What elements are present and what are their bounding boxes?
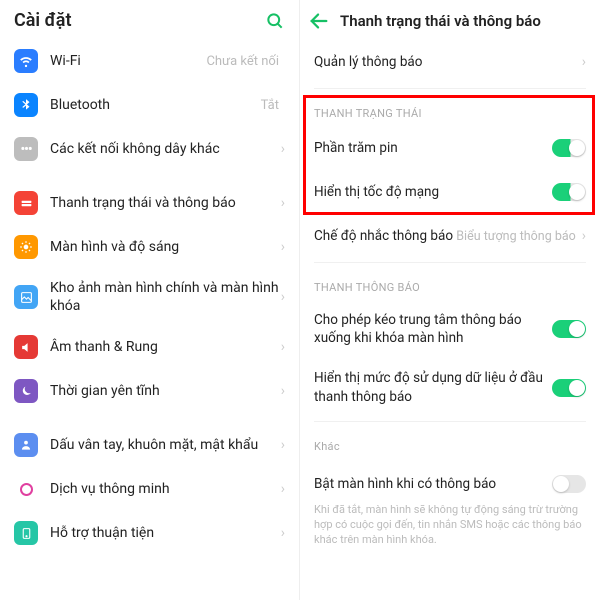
quiet-label: Thời gian yên tĩnh — [50, 382, 281, 400]
battery-toggle[interactable] — [552, 139, 586, 157]
wallpaper-row[interactable]: Kho ảnh màn hình chính và màn hình khóa … — [0, 269, 299, 325]
detail-title: Thanh trạng thái và thông báo — [340, 12, 541, 30]
netspeed-toggle[interactable] — [552, 183, 586, 201]
wireless-icon: ••• — [14, 137, 38, 161]
chevron-right-icon: › — [281, 437, 285, 453]
wifi-label: Wi-Fi — [50, 52, 206, 70]
convenience-label: Hỗ trợ thuận tiện — [50, 524, 281, 542]
sound-row[interactable]: Âm thanh & Rung › — [0, 325, 299, 369]
chevron-right-icon: › — [281, 481, 285, 497]
back-icon[interactable] — [308, 10, 330, 32]
reminder-mode-row[interactable]: Chế độ nhắc thông báo Biểu tượng thông b… — [300, 214, 600, 258]
right-header: Thanh trạng thái và thông báo — [300, 0, 600, 40]
moon-icon — [14, 379, 38, 403]
biometric-label: Dấu vân tay, khuôn mặt, mật khẩu — [50, 436, 281, 454]
bluetooth-row[interactable]: Bluetooth Tắt — [0, 83, 299, 127]
left-header: Cài đặt — [0, 0, 299, 39]
chevron-right-icon: › — [281, 289, 285, 305]
smart-label: Dịch vụ thông minh — [50, 480, 281, 498]
group-other: Khác — [300, 426, 600, 459]
smart-icon — [14, 477, 38, 501]
chevron-right-icon: › — [281, 239, 285, 255]
wifi-value: Chưa kết nối — [206, 54, 279, 69]
wallpaper-label: Kho ảnh màn hình chính và màn hình khóa — [50, 279, 281, 315]
network-speed-label: Hiển thị tốc độ mạng — [314, 183, 552, 201]
datausage-label: Hiển thị mức độ sử dụng dữ liệu ở đầu th… — [314, 369, 552, 405]
wallpaper-icon — [14, 285, 38, 309]
brightness-icon — [14, 235, 38, 259]
manage-label: Quản lý thông báo — [314, 53, 582, 71]
divider — [314, 421, 586, 422]
display-row[interactable]: Màn hình và độ sáng › — [0, 225, 299, 269]
chevron-right-icon: › — [281, 141, 285, 157]
quiet-row[interactable]: Thời gian yên tĩnh › — [0, 369, 299, 413]
battery-percent-label: Phần trăm pin — [314, 139, 552, 157]
chevron-right-icon: › — [582, 54, 586, 70]
group-status-bar: THANH TRẠNG THÁI — [300, 93, 600, 126]
notification-icon — [14, 191, 38, 215]
reminder-value: Biểu tượng thông báo — [456, 229, 576, 244]
search-icon[interactable] — [265, 11, 285, 31]
divider — [314, 262, 586, 263]
datausage-row[interactable]: Hiển thị mức độ sử dụng dữ liệu ở đầu th… — [300, 358, 600, 416]
manage-notifications-row[interactable]: Quản lý thông báo › — [300, 40, 600, 84]
sound-label: Âm thanh & Rung — [50, 338, 281, 356]
smart-row[interactable]: Dịch vụ thông minh › — [0, 467, 299, 511]
chevron-right-icon: › — [281, 525, 285, 541]
convenience-row[interactable]: Hỗ trợ thuận tiện › — [0, 511, 299, 555]
battery-percent-row[interactable]: Phần trăm pin — [300, 126, 600, 170]
status-label: Thanh trạng thái và thông báo — [50, 194, 281, 212]
divider — [314, 88, 586, 89]
chevron-right-icon: › — [281, 339, 285, 355]
biometric-row[interactable]: Dấu vân tay, khuôn mặt, mật khẩu › — [0, 423, 299, 467]
pulldown-label: Cho phép kéo trung tâm thông báo xuống k… — [314, 311, 552, 347]
page-title: Cài đặt — [14, 10, 72, 31]
chevron-right-icon: › — [281, 195, 285, 211]
network-speed-row[interactable]: Hiển thị tốc độ mạng — [300, 170, 600, 214]
wake-description: Khi đã tắt, màn hình sẽ không tự động sá… — [300, 503, 600, 562]
bluetooth-label: Bluetooth — [50, 96, 261, 114]
status-row[interactable]: Thanh trạng thái và thông báo › — [0, 181, 299, 225]
chevron-right-icon: › — [281, 383, 285, 399]
chevron-right-icon: › — [582, 228, 586, 244]
fingerprint-icon — [14, 433, 38, 457]
reminder-label: Chế độ nhắc thông báo — [314, 227, 456, 245]
sound-icon — [14, 335, 38, 359]
wake-toggle[interactable] — [552, 475, 586, 493]
wireless-label: Các kết nối không dây khác — [50, 140, 281, 158]
wireless-row[interactable]: ••• Các kết nối không dây khác › — [0, 127, 299, 171]
detail-pane: Thanh trạng thái và thông báo Quản lý th… — [300, 0, 600, 600]
datausage-toggle[interactable] — [552, 379, 586, 397]
wifi-row[interactable]: Wi-Fi Chưa kết nối — [0, 39, 299, 83]
convenience-icon — [14, 521, 38, 545]
bluetooth-value: Tắt — [261, 98, 279, 113]
wifi-icon — [14, 49, 38, 73]
wake-screen-row[interactable]: Bật màn hình khi có thông báo — [300, 459, 600, 503]
bluetooth-icon — [14, 93, 38, 117]
display-label: Màn hình và độ sáng — [50, 238, 281, 256]
pulldown-toggle[interactable] — [552, 320, 586, 338]
group-notification-bar: THANH THÔNG BÁO — [300, 267, 600, 300]
pulldown-row[interactable]: Cho phép kéo trung tâm thông báo xuống k… — [300, 300, 600, 358]
settings-pane: Cài đặt Wi-Fi Chưa kết nối Bluetooth Tắt… — [0, 0, 300, 600]
wake-label: Bật màn hình khi có thông báo — [314, 475, 552, 493]
